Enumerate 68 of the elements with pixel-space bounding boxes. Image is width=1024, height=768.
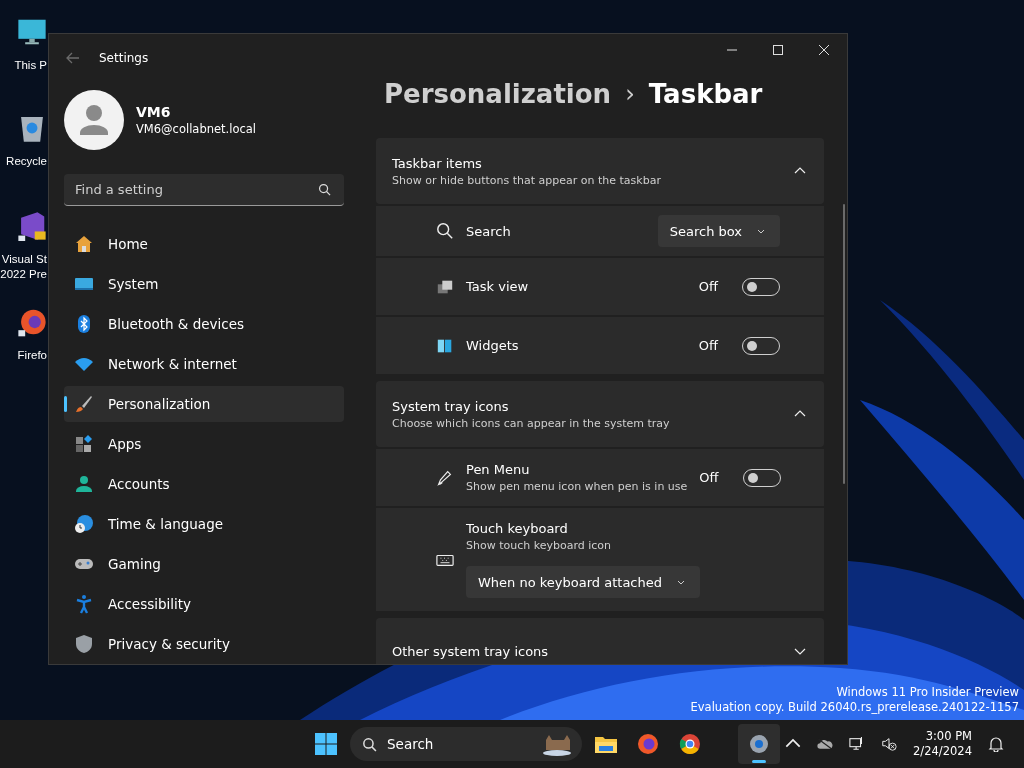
desktop-icon-label[interactable]: 2022 Pre <box>0 267 47 282</box>
section-title: System tray icons <box>392 398 510 414</box>
section-subtitle: Choose which icons can appear in the system tray <box>392 416 671 430</box>
setting-label: Widgets <box>466 338 520 353</box>
clock[interactable]: 3:00 PM 2/24/2024 <box>913 729 972 759</box>
apps-icon <box>74 434 94 454</box>
start-icon[interactable] <box>314 732 338 756</box>
desktop-icon-label[interactable]: Firefo <box>17 348 47 363</box>
section-header[interactable]: Taskbar items Show or hide buttons that appear on the taskbar <box>376 138 824 204</box>
back-arrow-icon[interactable] <box>65 50 81 66</box>
window-title: Settings <box>99 51 149 65</box>
watermark-text: Evaluation copy. Build 26040.rs_prerelease.240122-1157 <box>690 700 1019 715</box>
section-header[interactable]: Other system tray icons <box>376 618 824 664</box>
access-icon <box>74 594 94 614</box>
home-icon <box>74 234 94 254</box>
nav-item[interactable]: Personalization <box>64 386 344 422</box>
dropdown[interactable]: When no keyboard attached <box>466 566 700 598</box>
breadcrumb-parent[interactable]: Personalization <box>384 79 612 109</box>
nav-item[interactable]: Accessibility <box>64 586 344 622</box>
page-title: Taskbar <box>648 79 763 109</box>
nav-item[interactable]: Time & language <box>64 506 344 542</box>
setting-label: Touch keyboard <box>466 521 569 536</box>
pen-icon <box>436 468 454 487</box>
avatar-icon[interactable] <box>64 90 124 150</box>
brush-icon <box>74 394 94 414</box>
watermark-text: Windows 11 Pro Insider Preview <box>836 685 1019 700</box>
toggle-state: Off <box>699 470 719 485</box>
setting-description: Show touch keyboard icon <box>466 539 613 552</box>
desktop-icon-label[interactable]: Visual St <box>1 252 47 267</box>
section-header[interactable]: System tray icons Choose which icons can appear in the system tray <box>376 381 824 447</box>
maximize-icon[interactable] <box>772 44 784 56</box>
taskbar-app[interactable] <box>738 724 780 764</box>
nav-item[interactable]: Gaming <box>64 546 344 582</box>
close-icon[interactable] <box>818 44 830 56</box>
search-icon <box>318 183 331 196</box>
section-subtitle: Show or hide buttons that appear on the taskbar <box>392 173 662 187</box>
accounts-icon <box>74 474 94 494</box>
firefox-icon <box>636 732 660 756</box>
section-title: Taskbar items <box>392 155 483 171</box>
breadcrumb-separator: › <box>625 80 635 108</box>
nav-item[interactable]: Apps <box>64 426 344 462</box>
taskbar-search[interactable]: Search <box>350 727 582 761</box>
setting-label: Task view <box>466 279 530 294</box>
setting-label: Search <box>466 223 512 239</box>
setting-label: Pen Menu <box>466 462 531 477</box>
toggle-state: Off <box>698 338 718 353</box>
nav-item[interactable]: Bluetooth & devices <box>64 306 344 342</box>
nav-item[interactable]: Accounts <box>64 466 344 502</box>
nav-item[interactable]: Home <box>64 226 344 262</box>
search-icon <box>436 222 454 240</box>
nav-item[interactable]: Network & internet <box>64 346 344 382</box>
desktop-icon-label[interactable]: Recycle <box>6 154 47 169</box>
search-field[interactable]: Find a setting <box>64 174 344 206</box>
section-title: Other system tray icons <box>392 643 550 659</box>
dropdown[interactable]: Search box <box>657 215 780 247</box>
setting-description: Show pen menu icon when pen is in use <box>466 480 688 493</box>
time-icon <box>74 514 94 534</box>
muted-speaker-icon[interactable] <box>881 736 898 752</box>
toggle-state: Off <box>698 279 718 294</box>
account-name: VM6 <box>136 104 172 120</box>
nav-item[interactable]: Privacy & security <box>64 626 344 662</box>
chrome-icon <box>678 732 702 756</box>
bell-icon[interactable] <box>988 736 1004 752</box>
desktop-icon-label[interactable]: This P <box>14 58 47 73</box>
search-icon <box>362 736 377 752</box>
nav-item[interactable]: System <box>64 266 344 302</box>
privacy-icon <box>74 634 94 654</box>
account-email: VM6@collabnet.local <box>136 122 257 136</box>
